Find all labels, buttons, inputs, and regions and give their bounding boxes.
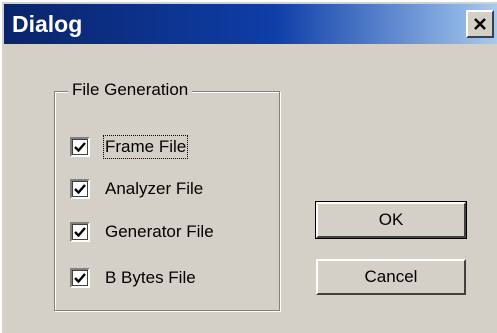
group-label: File Generation [68, 79, 193, 101]
close-icon [474, 18, 486, 30]
ok-button[interactable]: OK [315, 201, 467, 239]
checkmark-icon [74, 227, 86, 238]
checkmark-icon [74, 184, 86, 195]
checkbox-box[interactable] [70, 268, 90, 288]
analyzer-file-checkbox[interactable]: Analyzer File [70, 178, 204, 200]
checkbox-box[interactable] [70, 137, 90, 157]
frame-file-checkbox[interactable]: Frame File [70, 135, 189, 159]
generator-file-checkbox[interactable]: Generator File [70, 221, 215, 243]
close-button[interactable] [466, 10, 494, 38]
checkmark-icon [74, 142, 86, 153]
window-title: Dialog [12, 11, 83, 37]
checkmark-icon [74, 273, 86, 284]
cancel-button[interactable]: Cancel [316, 259, 466, 295]
checkbox-label[interactable]: B Bytes File [104, 267, 197, 289]
title-bar[interactable]: Dialog [4, 4, 497, 44]
checkbox-label[interactable]: Generator File [104, 221, 215, 243]
checkbox-label[interactable]: Frame File [102, 135, 189, 159]
checkbox-label[interactable]: Analyzer File [104, 178, 204, 200]
b-bytes-file-checkbox[interactable]: B Bytes File [70, 267, 197, 289]
checkbox-box[interactable] [70, 222, 90, 242]
checkbox-box[interactable] [70, 179, 90, 199]
dialog-window: Dialog File Generation Frame File Analyz… [0, 0, 497, 333]
